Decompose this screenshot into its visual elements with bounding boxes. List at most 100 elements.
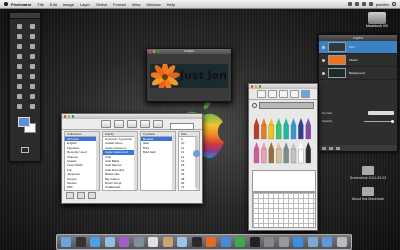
red-eye-icon[interactable]	[26, 103, 37, 110]
layer-row[interactable]: Text	[319, 41, 397, 54]
close-button[interactable]	[63, 115, 67, 118]
trash-icon[interactable]	[336, 237, 347, 247]
pencil-icon[interactable]	[13, 53, 24, 60]
spotlight-icon[interactable]	[392, 2, 396, 6]
chat-icon[interactable]	[235, 237, 246, 247]
calendar-icon[interactable]	[148, 237, 159, 247]
list-item[interactable]: Bold Italic	[141, 150, 175, 154]
delete-layer-icon[interactable]	[329, 146, 333, 150]
current-color-well[interactable]	[259, 102, 314, 109]
wifi-icon[interactable]	[347, 2, 352, 6]
menu-file[interactable]: File	[37, 2, 43, 7]
image-palettes-icon[interactable]	[289, 90, 299, 98]
crayon-swatch[interactable]	[305, 142, 311, 164]
crayon-swatch[interactable]	[305, 118, 311, 140]
terminal-icon[interactable]	[249, 237, 260, 247]
downloads-icon[interactable]	[322, 237, 333, 247]
action-menu-icon[interactable]	[88, 192, 96, 199]
crayon-swatch[interactable]	[290, 142, 297, 164]
opacity-slider[interactable]	[364, 119, 394, 123]
color-sliders-icon[interactable]	[267, 90, 277, 98]
app-store-icon[interactable]	[293, 237, 304, 247]
strikethrough-icon[interactable]	[114, 120, 124, 128]
color-palettes-icon[interactable]	[278, 90, 288, 98]
safari-icon[interactable]	[90, 237, 101, 247]
contacts-icon[interactable]	[162, 237, 173, 247]
photo-icon[interactable]	[133, 237, 144, 247]
foreground-color-swatch[interactable]	[18, 117, 30, 127]
crayon-swatch[interactable]	[283, 142, 289, 164]
firefox-icon[interactable]	[206, 237, 217, 247]
menu-image[interactable]: Image	[63, 2, 74, 7]
crayon-swatch[interactable]	[276, 118, 282, 140]
text-tool-icon[interactable]	[13, 83, 24, 90]
crayon-swatch[interactable]	[253, 118, 260, 140]
magnifier-icon[interactable]	[252, 103, 257, 108]
visibility-eye-icon[interactable]	[322, 71, 325, 75]
mail-icon[interactable]	[104, 237, 115, 247]
apple-menu-icon[interactable]	[4, 2, 8, 6]
crayon-swatch[interactable]	[268, 118, 274, 140]
clone-icon[interactable]	[26, 63, 37, 70]
zoom-tool-icon[interactable]	[13, 103, 24, 110]
crayon-swatch[interactable]	[261, 118, 267, 140]
crayon-swatch[interactable]	[261, 142, 267, 164]
menu-view[interactable]: View	[132, 2, 141, 7]
dashboard-icon[interactable]	[75, 237, 86, 247]
crayon-swatch[interactable]	[298, 118, 304, 140]
move-tool-icon[interactable]	[13, 23, 24, 30]
crayon-swatch[interactable]	[276, 142, 282, 164]
color-wheel-icon[interactable]	[256, 90, 266, 98]
window-titlebar[interactable]: Untitled	[147, 49, 231, 54]
desktop-item-label[interactable]: Screenshot 2011-03-03	[344, 176, 392, 181]
paint-bucket-icon[interactable]	[26, 23, 37, 30]
desktop-item-label[interactable]: About this Macintosh	[344, 197, 392, 202]
menu-help[interactable]: Help	[167, 2, 175, 7]
itunes-icon[interactable]	[119, 237, 130, 247]
scrollbar[interactable]	[134, 136, 137, 190]
menu-format[interactable]: Format	[113, 2, 126, 7]
list-item[interactable]: Cochin	[103, 190, 137, 191]
scrollbar[interactable]	[172, 136, 175, 190]
finder-icon[interactable]	[61, 237, 72, 247]
crayons-icon[interactable]	[300, 90, 310, 98]
visibility-eye-icon[interactable]	[322, 58, 325, 62]
crayon-swatch[interactable]	[298, 142, 304, 164]
brush-icon[interactable]	[26, 53, 37, 60]
size-slider[interactable]	[193, 136, 200, 188]
settings-icon[interactable]	[264, 237, 275, 247]
saved-swatches-grid[interactable]	[252, 192, 316, 228]
underline-icon[interactable]	[101, 120, 111, 128]
add-collection-icon[interactable]	[66, 192, 74, 199]
preview-icon[interactable]	[177, 237, 188, 247]
scrollbar[interactable]	[96, 136, 99, 190]
gradient-icon[interactable]	[13, 73, 24, 80]
font-size-field[interactable]	[170, 123, 194, 130]
layer-row[interactable]: Flower	[319, 54, 397, 67]
crayon-swatch[interactable]	[283, 118, 289, 140]
add-layer-icon[interactable]	[322, 146, 326, 150]
crayon-swatch[interactable]	[290, 118, 297, 140]
image-canvas[interactable]: Just Jen	[150, 64, 228, 88]
crayon-swatch[interactable]	[268, 142, 274, 164]
remove-collection-icon[interactable]	[77, 192, 85, 199]
menu-select[interactable]: Select	[96, 2, 107, 7]
iwork-icon[interactable]	[220, 237, 231, 247]
crayon-swatch[interactable]	[253, 142, 260, 164]
list-item[interactable]: Traditional	[65, 190, 99, 191]
minimize-button[interactable]	[254, 85, 258, 88]
lasso-icon[interactable]	[13, 43, 24, 50]
blend-mode-select[interactable]	[368, 111, 394, 115]
system-prefs-icon[interactable]	[278, 237, 289, 247]
blur-icon[interactable]	[26, 73, 37, 80]
menu-app-name[interactable]: Pixelmator	[11, 2, 31, 7]
screenshot-file-icon[interactable]	[362, 166, 374, 175]
rectangle-select-icon[interactable]	[13, 33, 24, 40]
close-button[interactable]	[250, 85, 254, 88]
shadow-icon[interactable]	[153, 120, 163, 128]
fonts-titlebar[interactable]	[62, 114, 202, 119]
screen-mode-icon[interactable]	[21, 147, 29, 153]
layer-settings-icon[interactable]	[336, 146, 340, 150]
document-file-icon[interactable]	[362, 186, 374, 196]
layer-row[interactable]: Background	[319, 67, 397, 80]
